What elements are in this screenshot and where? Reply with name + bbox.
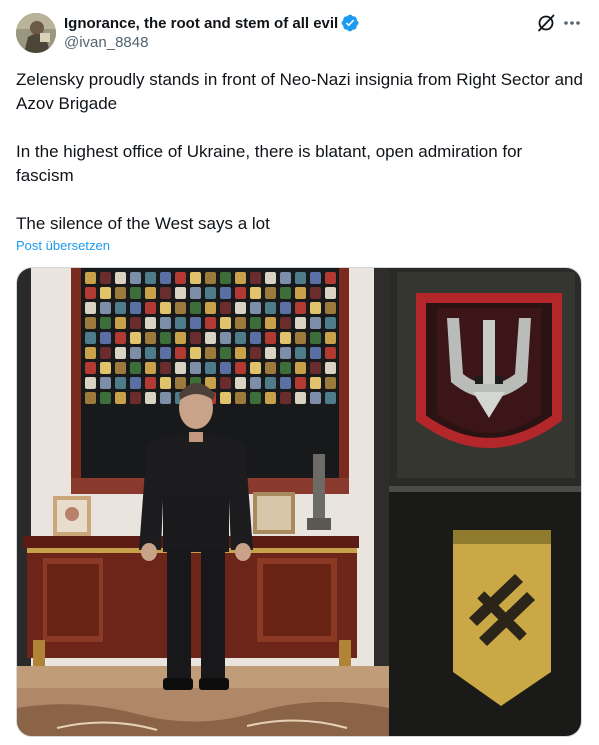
translate-post-link[interactable]: Post übersetzen	[16, 238, 110, 253]
post-media[interactable]	[16, 267, 582, 737]
avatar-painting-icon	[16, 13, 56, 53]
avatar[interactable]	[16, 13, 56, 53]
post-card: Ignorance, the root and stem of all evil…	[0, 0, 599, 745]
post-text-paragraph: In the highest office of Ukraine, there …	[16, 142, 523, 185]
trident-patch-zoom-icon	[389, 268, 581, 486]
more-options-button[interactable]	[562, 13, 582, 33]
verified-badge-icon	[341, 14, 359, 32]
grok-button[interactable]	[536, 13, 556, 33]
photo-composite-image	[17, 268, 581, 736]
grok-icon	[538, 14, 555, 32]
main-photo-icon	[17, 268, 389, 736]
post-text-paragraph: Zelensky proudly stands in front of Neo-…	[16, 70, 583, 113]
more-icon	[564, 21, 580, 25]
yellow-shield-patch-zoom-icon	[389, 486, 581, 736]
display-name[interactable]: Ignorance, the root and stem of all evil	[64, 15, 338, 32]
author-handle[interactable]: @ivan_8848	[64, 34, 148, 51]
post-text-paragraph: The silence of the West says a lot	[16, 214, 270, 233]
author-name-row[interactable]: Ignorance, the root and stem of all evil	[64, 13, 359, 33]
